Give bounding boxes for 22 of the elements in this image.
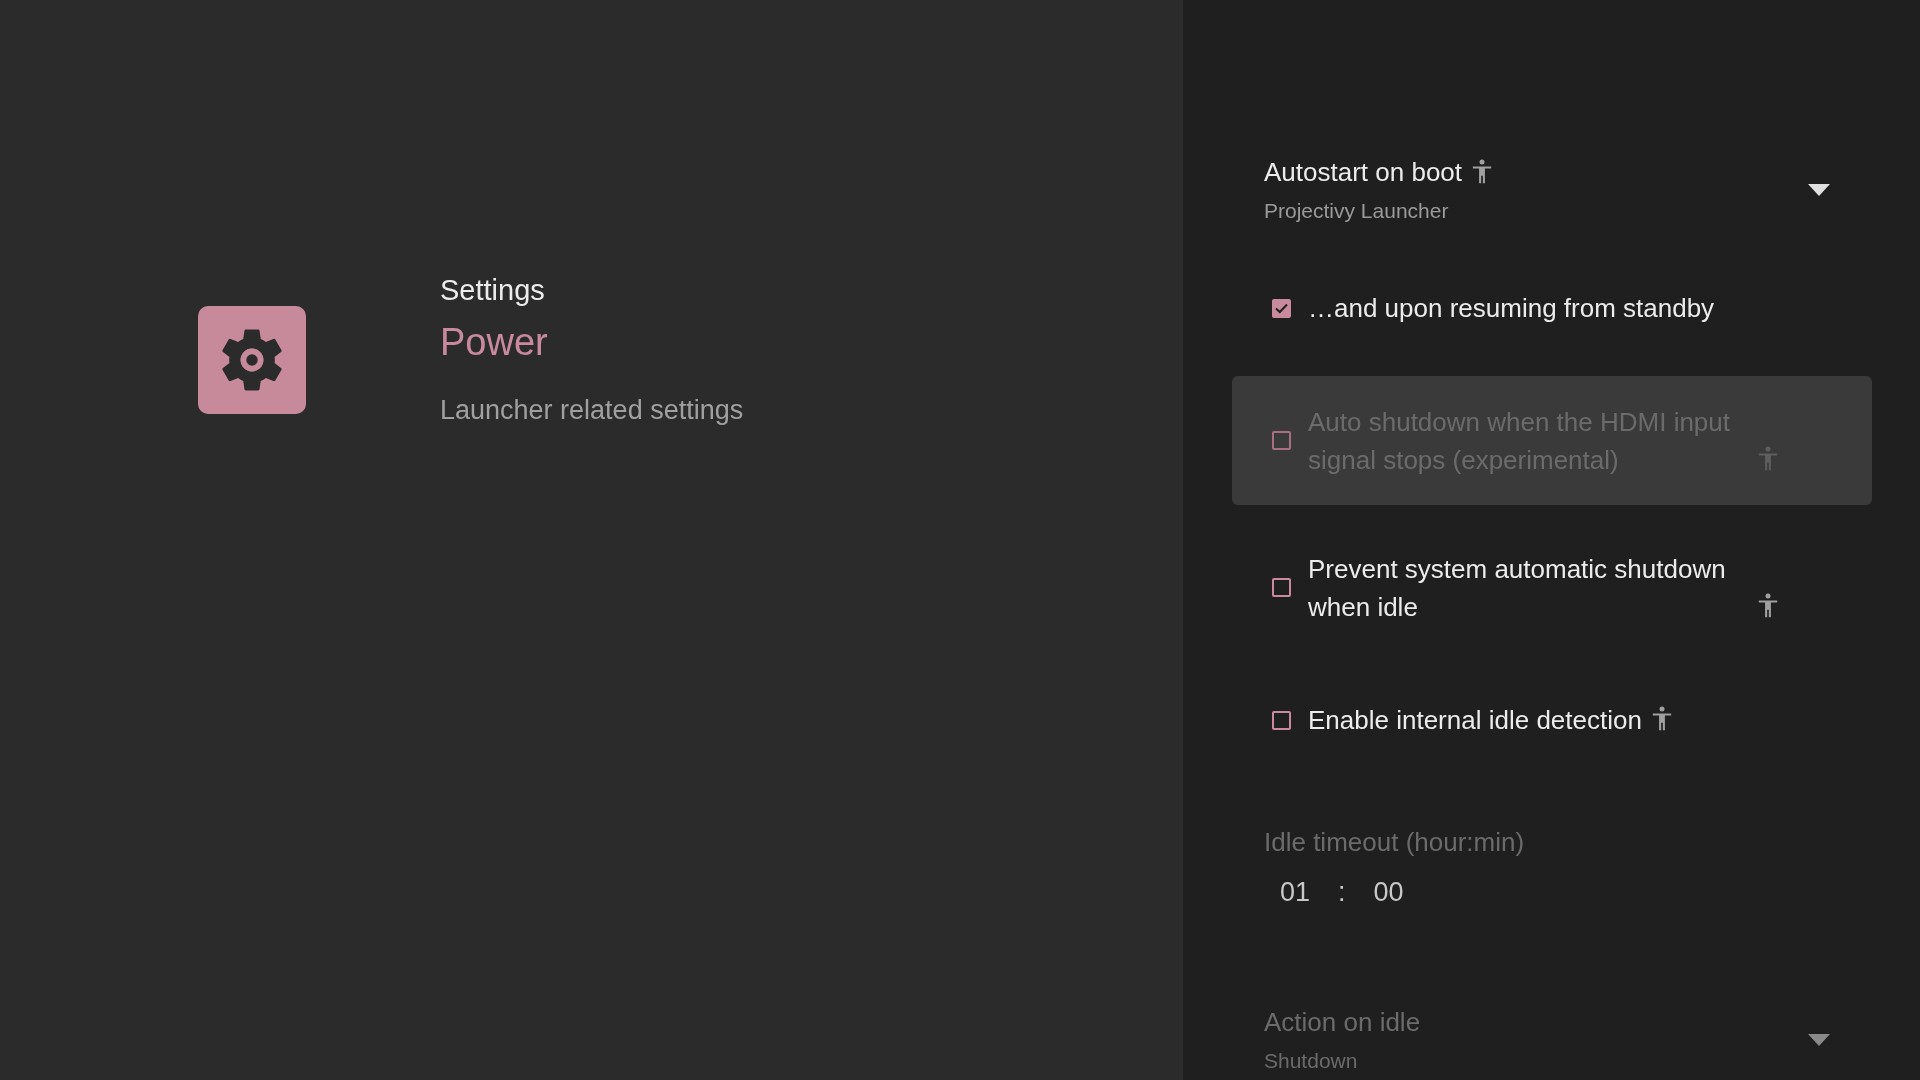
- setting-value: Projectivy Launcher: [1264, 198, 1450, 224]
- dropdown-setting[interactable]: Autostart on boot Projectivy Launcher: [1232, 140, 1872, 240]
- checkbox-setting[interactable]: Enable internal idle detection: [1232, 670, 1872, 770]
- checkbox[interactable]: [1272, 710, 1291, 730]
- checkbox-setting[interactable]: …and upon resuming from standby: [1232, 258, 1872, 358]
- setting-label: Action on idle: [1264, 1007, 1421, 1037]
- breadcrumb-label: Settings: [440, 273, 546, 308]
- setting-label: …and upon resuming from standby: [1308, 292, 1715, 325]
- dropdown-caret-icon: [1808, 184, 1830, 196]
- setting-label: Idle timeout (hour:min): [1264, 826, 1526, 859]
- settings-gear-icon: [198, 306, 306, 414]
- dropdown-caret-icon: [1808, 1034, 1830, 1046]
- page-title: Power: [440, 320, 549, 365]
- setting-label: Prevent system automatic shutdown when idle: [1308, 552, 1727, 624]
- setting-label: Autostart on boot: [1264, 157, 1463, 187]
- setting-value: Shutdown: [1264, 1048, 1359, 1074]
- checkbox[interactable]: [1272, 578, 1291, 597]
- page-description: Launcher related settings: [440, 394, 744, 427]
- checkbox-setting[interactable]: Prevent system automatic shutdown when idle: [1232, 523, 1872, 652]
- time-separator: :: [1338, 876, 1346, 909]
- checkbox[interactable]: [1272, 298, 1291, 318]
- setting-label: Enable internal idle detection: [1308, 704, 1642, 737]
